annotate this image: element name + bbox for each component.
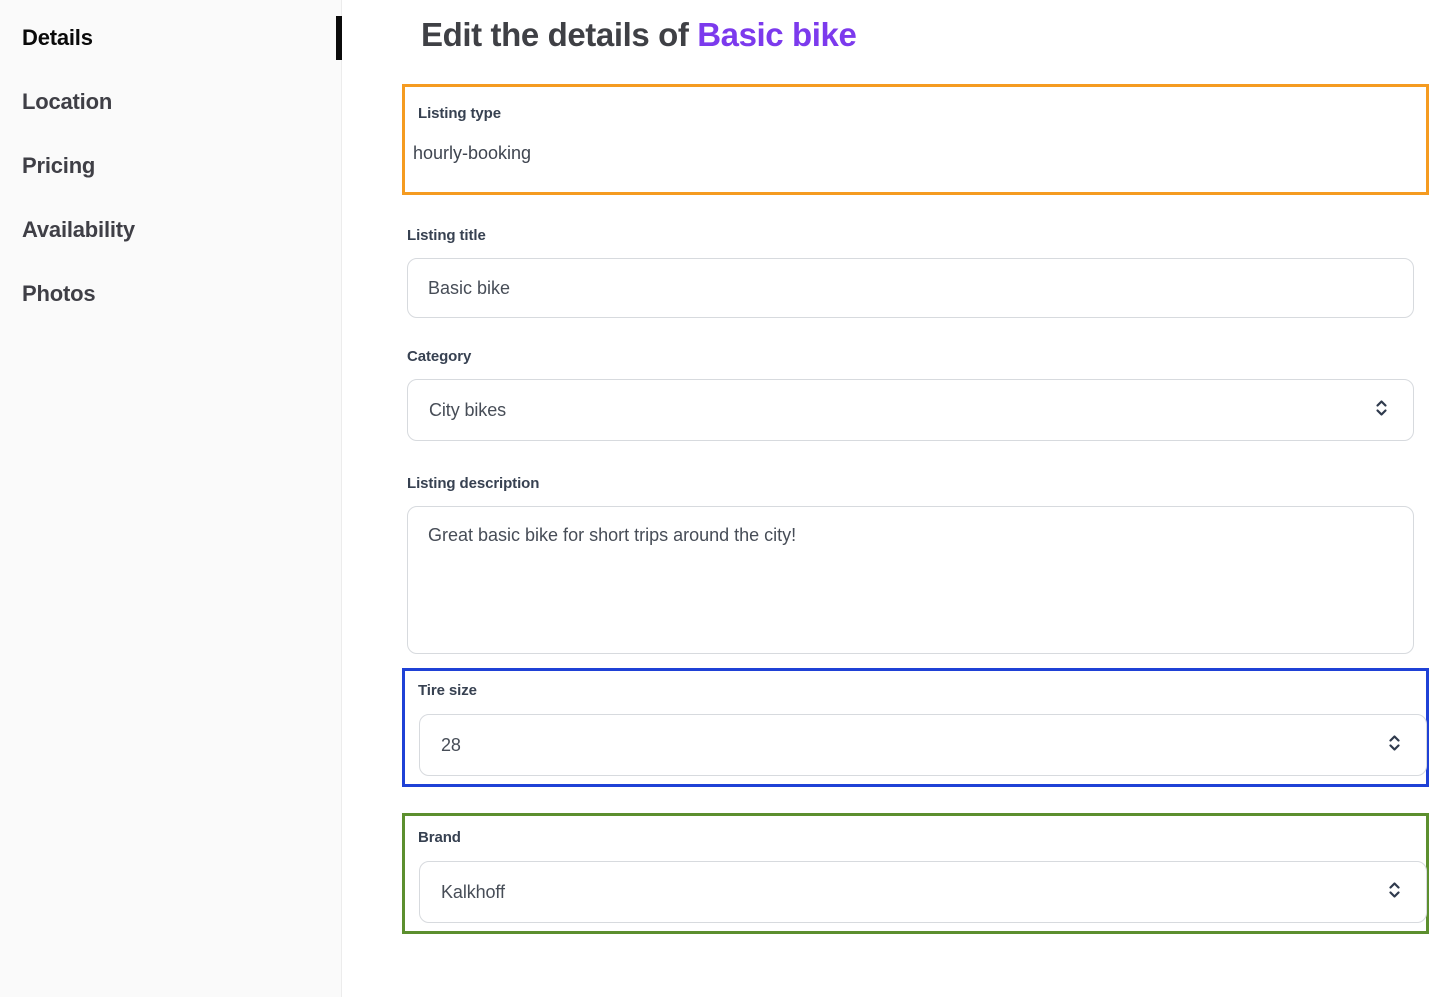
category-select[interactable]: City bikes [407,379,1414,441]
category-group: Category City bikes [407,347,1456,441]
sidebar-item-availability[interactable]: Availability [0,206,341,254]
chevron-up-down-icon [1387,733,1402,758]
tire-size-label: Tire size [418,681,1418,700]
main-content: Edit the details of Basic bike Listing t… [342,0,1456,997]
brand-box: Brand Kalkhoff [402,813,1429,934]
page-title-listing-name: Basic bike [697,16,856,53]
category-label: Category [407,347,1456,366]
tire-size-select[interactable]: 28 [419,714,1427,776]
brand-select-value: Kalkhoff [441,882,505,903]
sidebar-item-label: Pricing [22,153,95,179]
tire-size-box: Tire size 28 [402,668,1429,787]
page-title-prefix: Edit the details of [421,16,697,53]
sidebar-item-photos[interactable]: Photos [0,270,341,318]
listing-type-value: hourly-booking [413,140,1418,166]
listing-title-label: Listing title [407,226,1456,245]
brand-label: Brand [418,828,1418,847]
active-tab-indicator [336,16,342,60]
listing-description-group: Listing description [407,474,1456,654]
listing-title-input[interactable] [407,258,1414,318]
chevron-up-down-icon [1387,880,1402,905]
brand-select[interactable]: Kalkhoff [419,861,1427,923]
tire-size-select-value: 28 [441,735,461,756]
sidebar-item-label: Details [22,25,93,51]
chevron-up-down-icon [1374,398,1389,423]
sidebar-item-location[interactable]: Location [0,78,341,126]
listing-type-label: Listing type [418,104,1418,123]
sidebar-item-label: Location [22,89,112,115]
sidebar-item-label: Photos [22,281,95,307]
listing-description-textarea[interactable] [407,506,1414,654]
sidebar: Details Location Pricing Availability Ph… [0,0,342,997]
category-select-value: City bikes [429,400,506,421]
page-title: Edit the details of Basic bike [421,14,1456,56]
sidebar-item-label: Availability [22,217,135,243]
app-window: Details Location Pricing Availability Ph… [0,0,1456,997]
listing-title-group: Listing title [407,226,1456,318]
listing-type-box: Listing type hourly-booking [402,84,1429,195]
sidebar-item-details[interactable]: Details [0,14,341,62]
sidebar-item-pricing[interactable]: Pricing [0,142,341,190]
listing-description-label: Listing description [407,474,1456,493]
